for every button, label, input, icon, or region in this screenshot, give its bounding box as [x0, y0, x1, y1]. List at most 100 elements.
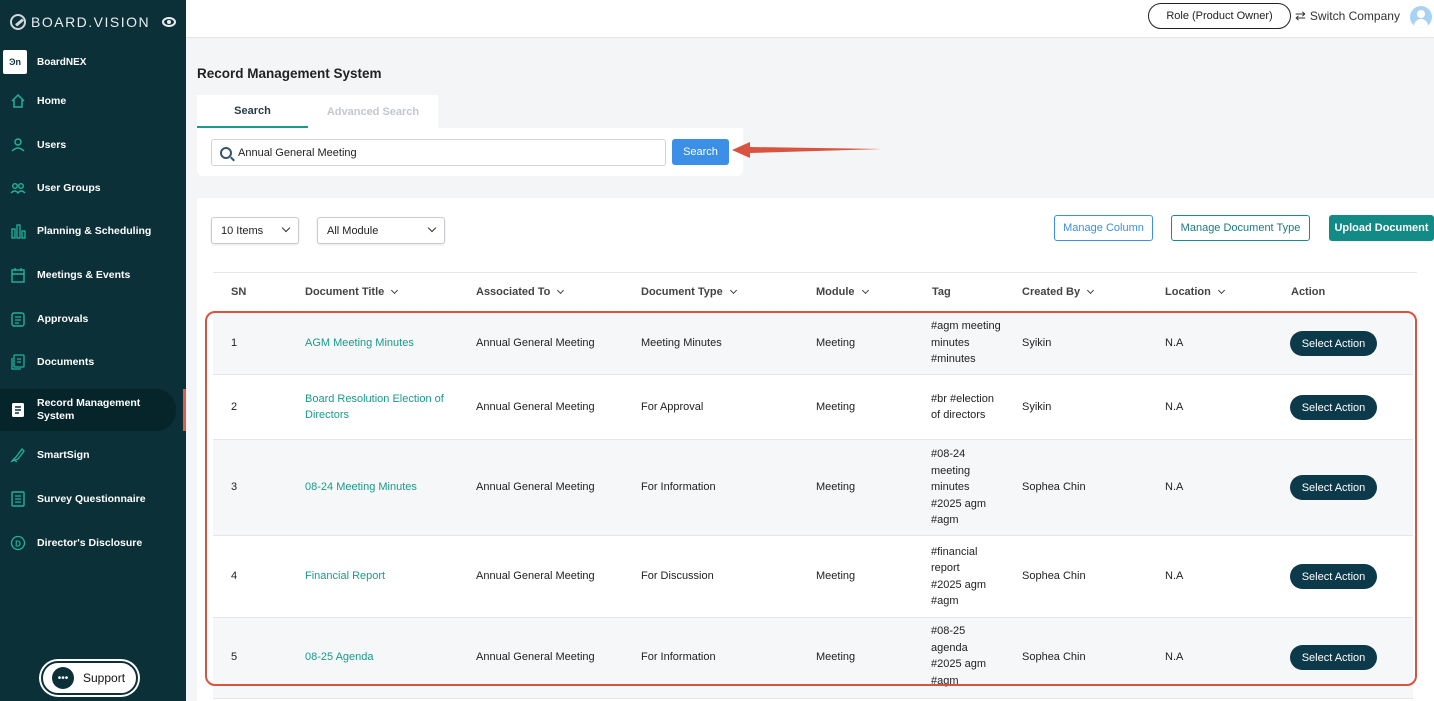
avatar[interactable]: [1410, 6, 1432, 28]
sidebar-item-label: Home: [37, 95, 67, 107]
document-title-link[interactable]: 08-24 Meeting Minutes: [305, 440, 417, 535]
sidebar-item-label: Documents: [37, 356, 95, 368]
sidebar-toggle-icon[interactable]: [162, 17, 176, 27]
table-row: 5 08-25 Agenda Annual General Meeting Fo…: [213, 618, 1413, 699]
user-group-icon: [10, 180, 26, 196]
cell-location: N.A: [1165, 570, 1184, 583]
cell-location: N.A: [1165, 650, 1184, 663]
annotation-arrow: [732, 142, 882, 158]
column-header-location[interactable]: Location: [1165, 286, 1225, 298]
sidebar-item-label: Meetings & Events: [37, 269, 131, 281]
cell-type: For Information: [641, 481, 716, 494]
page-title: Record Management System: [197, 66, 382, 81]
cell-module: Meeting: [816, 481, 856, 494]
column-header-created-by[interactable]: Created By: [1022, 286, 1095, 298]
sidebar-item-label: Users: [37, 139, 67, 151]
cell-tag: #08-25 agenda #2025 agm #agm: [931, 625, 987, 687]
company-selector[interactable]: Ͽn BoardNEX: [3, 50, 86, 74]
sidebar-item-documents[interactable]: Documents: [0, 342, 186, 382]
cell-location: N.A: [1165, 400, 1184, 413]
manage-column-button[interactable]: Manage Column: [1054, 215, 1153, 241]
tab-advanced-search[interactable]: Advanced Search: [308, 95, 438, 128]
table-row: 4 Financial Report Annual General Meetin…: [213, 536, 1413, 618]
sort-chevron-icon: [729, 286, 737, 295]
sidebar-item-label: Planning & Scheduling: [37, 225, 152, 237]
sort-chevron-icon: [557, 286, 565, 295]
items-per-page-value: 10 Items: [221, 224, 264, 237]
cell-location: N.A: [1165, 481, 1184, 494]
items-per-page-select[interactable]: 10 Items: [211, 217, 299, 244]
cell-location: N.A: [1165, 336, 1184, 349]
column-header-associated[interactable]: Associated To: [476, 286, 565, 298]
select-action-button[interactable]: Select Action: [1290, 564, 1377, 589]
sidebar-item-users[interactable]: Users: [0, 125, 186, 165]
search-field[interactable]: [238, 146, 638, 159]
sidebar-item-disclosure[interactable]: D Director's Disclosure: [0, 523, 186, 563]
sidebar-item-home[interactable]: Home: [0, 81, 186, 121]
column-header-module[interactable]: Module: [816, 286, 869, 298]
cell-tag: #agm meeting minutes #minutes: [931, 320, 1001, 366]
sidebar-item-planning[interactable]: Planning & Scheduling: [0, 211, 186, 251]
module-value: All Module: [327, 224, 379, 237]
cell-tag: #br #election of directors: [931, 392, 994, 422]
table-row: 1 AGM Meeting Minutes Annual General Mee…: [213, 312, 1413, 375]
calendar-icon: [10, 267, 26, 283]
documents-icon: [10, 354, 26, 370]
support-label: Support: [83, 671, 126, 685]
chat-icon: •••: [52, 667, 74, 689]
document-title-link[interactable]: Board Resolution Election of Directors: [305, 375, 445, 439]
sidebar-item-meetings[interactable]: Meetings & Events: [0, 255, 186, 295]
select-action-button[interactable]: Select Action: [1290, 645, 1377, 670]
cell-associated: Annual General Meeting: [476, 481, 595, 494]
board-vision-logo[interactable]: BOARD.VISION: [10, 14, 150, 30]
sidebar-item-approvals[interactable]: Approvals: [0, 299, 186, 339]
table-row: 2 Board Resolution Election of Directors…: [213, 375, 1413, 440]
cell-sn: 1: [231, 336, 238, 349]
sort-chevron-icon: [861, 286, 869, 295]
header-label: Tag: [932, 286, 951, 298]
sidebar-item-label: Director's Disclosure: [37, 537, 143, 549]
cell-type: For Approval: [641, 400, 704, 413]
sidebar-item-label: SmartSign: [37, 449, 90, 461]
module-select[interactable]: All Module: [317, 217, 445, 244]
upload-document-button[interactable]: Upload Document: [1329, 215, 1434, 241]
table-header-divider: [213, 272, 1417, 273]
column-header-title[interactable]: Document Title: [305, 286, 399, 298]
svg-text:D: D: [15, 540, 21, 549]
approval-icon: [10, 311, 26, 327]
switch-company-button[interactable]: ⇄ Switch Company: [1295, 8, 1400, 24]
tab-search[interactable]: Search: [197, 95, 308, 128]
search-icon: [220, 146, 232, 159]
sidebar-item-record-management[interactable]: Record Management System: [0, 389, 176, 431]
document-title-link[interactable]: AGM Meeting Minutes: [305, 312, 414, 374]
search-input[interactable]: [211, 139, 666, 166]
select-action-button[interactable]: Select Action: [1290, 475, 1377, 500]
user-icon: [10, 137, 26, 153]
select-action-button[interactable]: Select Action: [1290, 395, 1377, 420]
column-header-sn: SN: [231, 286, 246, 298]
document-title-link[interactable]: Financial Report: [305, 536, 385, 617]
sidebar-item-smartsign[interactable]: SmartSign: [0, 435, 186, 475]
sidebar-item-label: Survey Questionnaire: [37, 493, 146, 505]
sidebar-item-survey[interactable]: Survey Questionnaire: [0, 479, 186, 519]
chevron-down-icon: [427, 223, 437, 233]
search-button[interactable]: Search: [672, 139, 729, 165]
header-label: Document Title: [305, 286, 385, 298]
company-logo: Ͽn: [3, 50, 27, 74]
document-title-link[interactable]: 08-25 Agenda: [305, 618, 374, 696]
manage-document-type-button[interactable]: Manage Document Type: [1171, 215, 1310, 241]
role-button[interactable]: Role (Product Owner): [1148, 3, 1291, 29]
sidebar-item-user-groups[interactable]: User Groups: [0, 168, 186, 208]
disclosure-icon: D: [10, 535, 26, 551]
sidebar-item-label: Approvals: [37, 313, 89, 325]
cell-module: Meeting: [816, 650, 856, 663]
support-button[interactable]: ••• Support: [41, 661, 138, 695]
sidebar-item-label: Record Management System: [37, 397, 141, 422]
column-header-type[interactable]: Document Type: [641, 286, 737, 298]
select-action-button[interactable]: Select Action: [1290, 331, 1377, 356]
header-label: Action: [1291, 286, 1326, 298]
cell-associated: Annual General Meeting: [476, 336, 595, 349]
record-icon: [10, 402, 26, 418]
cell-sn: 3: [231, 481, 238, 494]
header-label: Document Type: [641, 286, 723, 298]
